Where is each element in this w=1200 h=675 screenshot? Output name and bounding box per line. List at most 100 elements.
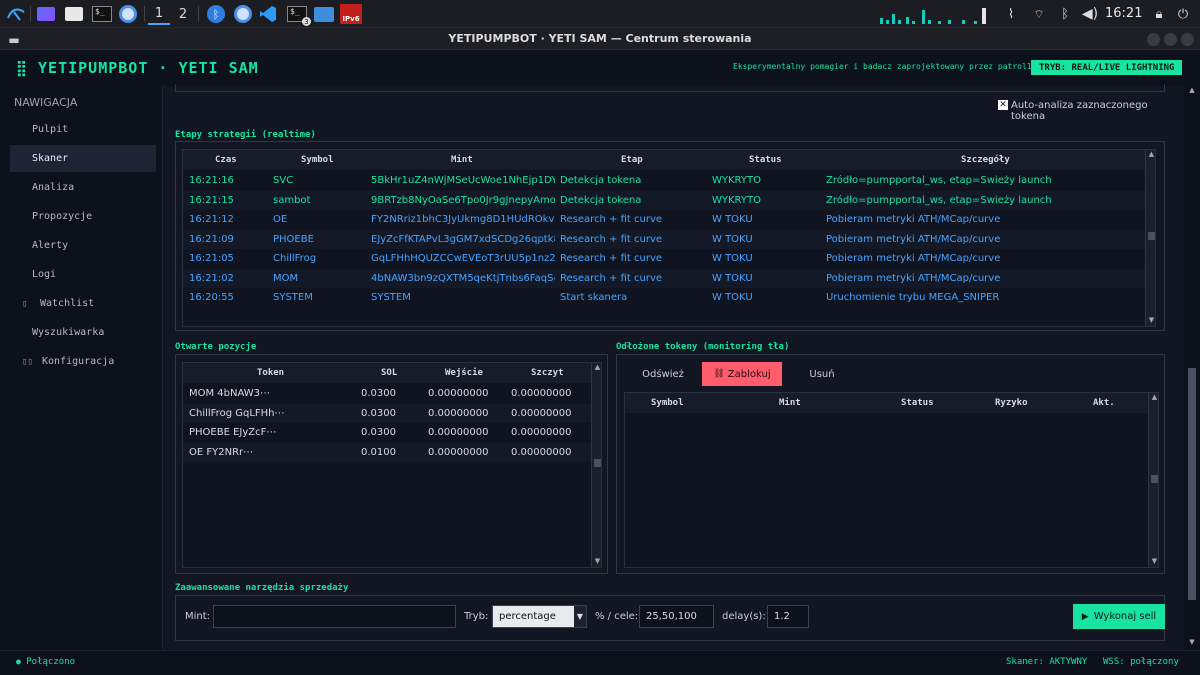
sidebar-item-pulpit[interactable]: Pulpit [10, 116, 156, 143]
minimize-button[interactable] [1147, 33, 1160, 46]
col-wejscie[interactable]: Wejście [445, 368, 483, 378]
file-manager-icon[interactable] [62, 3, 86, 25]
sidebar-item-konfiguracja[interactable]: ▯▯ Konfiguracja [10, 348, 156, 375]
lock-icon[interactable]: 🔒︎ [1148, 3, 1170, 25]
scroll-up-icon[interactable]: ▲ [1188, 86, 1196, 96]
cell-token: MOM 4bNAW3⋯ [189, 388, 271, 399]
paperclip-icon[interactable]: ⌇ [1000, 3, 1022, 25]
col-token[interactable]: Token [257, 368, 284, 378]
sidebar-item-wyszukiwarka[interactable]: Wyszukiwarka [10, 319, 156, 346]
cell-mint: FY2NRriz1bhC3JyUkmg8D1HUdROkvQR [371, 214, 555, 225]
col-etap[interactable]: Etap [621, 155, 643, 165]
cell-stage: Research + fit curve [560, 253, 663, 264]
cell-peak: 0.00000000 [511, 388, 572, 399]
deferred-scrollbar[interactable]: ▲ ▼ [1148, 393, 1158, 567]
bluetooth-icon[interactable]: ᛒ [1054, 3, 1076, 25]
ipv6-icon[interactable]: IPv6 [338, 3, 364, 25]
col-status[interactable]: Status [901, 398, 934, 408]
browser-icon[interactable] [116, 3, 140, 25]
block-button[interactable]: ⛓ Zablokuj [702, 362, 782, 386]
sidebar-item-skaner[interactable]: Skaner [10, 145, 156, 172]
positions-scrollbar[interactable]: ▲ ▼ [591, 363, 601, 567]
col-symbol[interactable]: Symbol [651, 398, 684, 408]
window-titlebar[interactable]: ▬ YETIPUMPBOT · YETI SAM — Centrum stero… [0, 28, 1200, 50]
scroll-up-icon[interactable]: ▲ [593, 363, 601, 373]
clock[interactable]: 16:21 [1105, 6, 1142, 21]
table-row[interactable]: 16:21:05 ChillFrog GqLFHhHQUZCCwEVEoT3rUU5… [183, 249, 1145, 268]
cell-sol: 0.0300 [361, 407, 396, 419]
sidebar-item-logi[interactable]: Logi [10, 261, 156, 288]
cell-stage: Research + fit curve [560, 272, 663, 284]
delay-input[interactable]: 1.2 [767, 605, 809, 628]
scroll-thumb[interactable] [1148, 232, 1155, 240]
execute-sell-button[interactable]: ▶ Wykonaj sell [1073, 604, 1165, 629]
sidebar-item-watchlist[interactable]: ▯ Watchlist [10, 290, 156, 317]
scroll-thumb[interactable] [1188, 368, 1196, 600]
scroll-up-icon[interactable]: ▲ [1150, 393, 1158, 403]
scroll-up-icon[interactable]: ▲ [1147, 150, 1155, 160]
sidebar-item-analiza[interactable]: Analiza [10, 174, 156, 201]
page-scrollbar[interactable]: ▲ ▼ [1184, 86, 1200, 650]
table-row[interactable]: 16:21:02 MOM 4bNAW3bn9zQXTM5qeKtjTnbs6FaqS… [183, 268, 1145, 288]
scroll-down-icon[interactable]: ▼ [1147, 316, 1155, 326]
table-row[interactable]: OE FY2NRr⋯ 0.0100 0.00000000 0.00000000 [183, 442, 591, 462]
table-row[interactable]: PHOEBE EJyZcF⋯ 0.0300 0.00000000 0.00000000 [183, 423, 591, 442]
kali-menu-icon[interactable] [4, 3, 28, 25]
col-czas[interactable]: Czas [215, 155, 237, 165]
terminal-icon[interactable]: $_ [90, 3, 114, 25]
col-szczegoly[interactable]: Szczegóły [961, 155, 1010, 165]
auto-analysis-checkbox[interactable]: ✕ [998, 100, 1008, 110]
cell-status: W TOKU [712, 253, 753, 264]
table-row[interactable]: 16:21:16 SVC 5BkHr1uZ4nWjMSeUcWoe1NhEjp1DY… [183, 171, 1145, 190]
col-mint[interactable]: Mint [451, 155, 473, 165]
chrome-window-icon[interactable] [230, 3, 256, 25]
cell-sol: 0.0300 [361, 427, 396, 438]
targets-input[interactable]: 25,50,100 [639, 605, 714, 628]
sidebar-item-propozycje[interactable]: Propozycje [10, 203, 156, 230]
mode-select[interactable]: percentage ▼ [492, 605, 587, 628]
table-row[interactable]: 16:21:09 PHOEBE EJyZcFfKTAPvL3gGM7xdSCDg26… [183, 229, 1145, 249]
bluetooth-app-icon[interactable]: ᛒ [204, 3, 228, 25]
col-symbol[interactable]: Symbol [301, 155, 334, 165]
scroll-thumb[interactable] [1151, 475, 1158, 483]
cell-time: 16:20:55 [189, 292, 234, 303]
strategy-scrollbar[interactable]: ▲ ▼ [1145, 150, 1155, 326]
table-row[interactable]: 16:21:15 sambot 9BRTzb8NyOaSe6Tpo0Jr9gJnep… [183, 190, 1145, 210]
power-icon[interactable]: ⏻ [1172, 3, 1194, 25]
auto-analysis-label[interactable]: Auto-analiza zaznaczonego tokena [1011, 100, 1184, 122]
sidebar-item-label: Konfiguracja [42, 356, 115, 367]
remove-button[interactable]: Usuń [787, 362, 857, 386]
table-row[interactable]: MOM 4bNAW3⋯ 0.0300 0.00000000 0.00000000 [183, 384, 591, 403]
maximize-button[interactable] [1164, 33, 1177, 46]
folder-icon[interactable] [312, 3, 336, 25]
cell-entry: 0.00000000 [428, 427, 489, 438]
table-row[interactable]: ChillFrog GqLFHh⋯ 0.0300 0.00000000 0.00000… [183, 403, 591, 423]
table-row[interactable]: 16:21:12 OE FY2NRriz1bhC3JyUkmg8D1HUdROkvQ… [183, 210, 1145, 229]
mint-input[interactable] [213, 605, 456, 628]
volume-icon[interactable]: ◀) [1078, 3, 1102, 25]
col-akt[interactable]: Akt. [1093, 398, 1115, 408]
refresh-button[interactable]: Odśwież [628, 362, 698, 386]
close-button[interactable] [1181, 33, 1194, 46]
scroll-thumb[interactable] [594, 459, 601, 467]
sidebar-item-alerty[interactable]: Alerty [10, 232, 156, 259]
col-mint[interactable]: Mint [779, 398, 801, 408]
scroll-down-icon[interactable]: ▼ [1150, 557, 1158, 567]
wifi-icon[interactable]: ⌔ [1028, 3, 1050, 25]
scroll-down-icon[interactable]: ▼ [593, 557, 601, 567]
vscode-icon[interactable] [256, 3, 280, 25]
chevron-down-icon[interactable]: ▼ [574, 606, 586, 627]
block-label: Zablokuj [727, 368, 771, 380]
workspace-1[interactable]: 1 [148, 3, 170, 25]
col-ryzyko[interactable]: Ryzyko [995, 398, 1028, 408]
col-status[interactable]: Status [749, 155, 782, 165]
table-row[interactable]: 16:20:55 SYSTEM SYSTEM Start skanera W TOKU U… [183, 288, 1145, 307]
workspace-2[interactable]: 2 [172, 3, 194, 25]
window-title: YETIPUMPBOT · YETI SAM — Centrum sterowa… [448, 32, 752, 45]
terminal-window-icon[interactable]: $_ 3 [284, 3, 311, 26]
col-szczyt[interactable]: Szczyt [531, 368, 564, 378]
col-sol[interactable]: SOL [381, 368, 397, 378]
scroll-down-icon[interactable]: ▼ [1188, 638, 1196, 648]
cell-stage: Research + fit curve [560, 214, 663, 225]
desktop-icon[interactable] [34, 3, 58, 25]
